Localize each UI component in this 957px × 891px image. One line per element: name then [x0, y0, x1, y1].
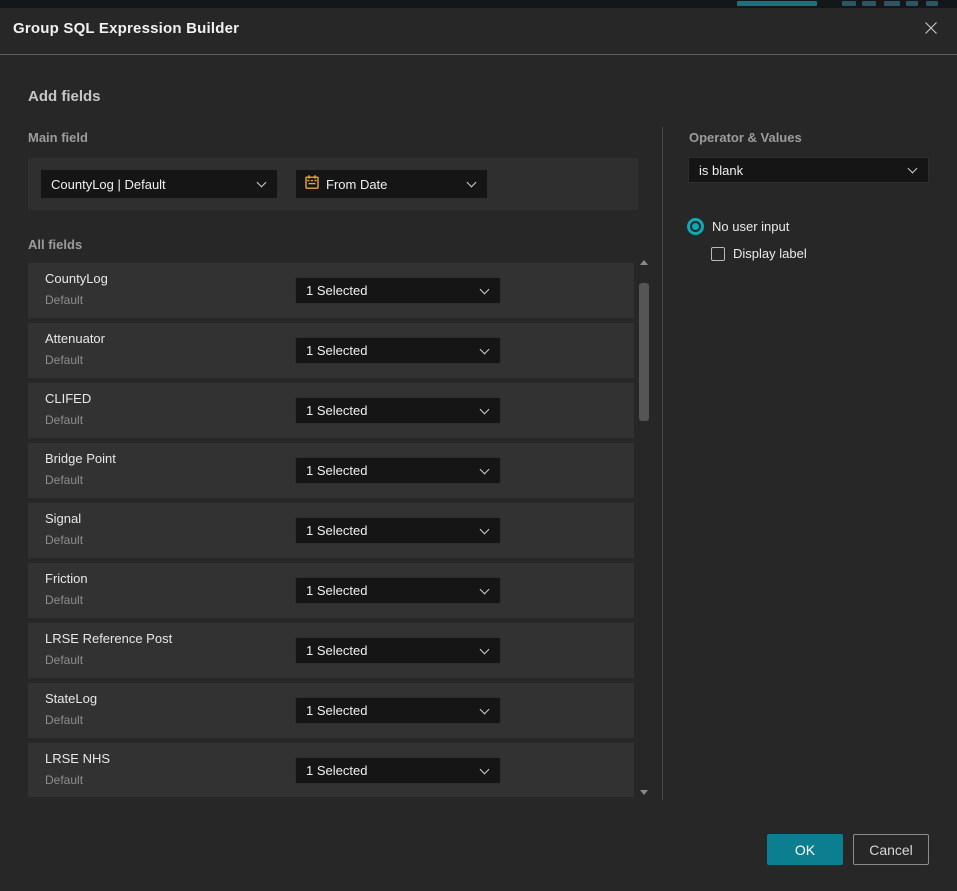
cancel-button[interactable]: Cancel	[853, 834, 929, 865]
field-name: LRSE NHS	[45, 751, 110, 766]
chevron-down-icon	[480, 584, 490, 594]
field-selected-value: 1 Selected	[296, 283, 367, 298]
chevron-down-icon	[467, 178, 477, 188]
no-user-input-label: No user input	[712, 219, 789, 234]
fields-list-scrollbar[interactable]	[639, 258, 649, 797]
calendar-icon	[304, 174, 320, 195]
field-selected-value: 1 Selected	[296, 343, 367, 358]
field-row: Signal Default 1 Selected	[28, 503, 634, 558]
main-field-label: Main field	[28, 130, 88, 145]
display-label-option[interactable]: Display label	[711, 246, 807, 261]
chevron-down-icon	[480, 404, 490, 414]
main-field-field-select[interactable]: From Date	[295, 169, 488, 199]
field-sublabel: Default	[45, 773, 83, 787]
main-field-field-value: From Date	[320, 177, 387, 192]
scrollbar-down-arrow-icon[interactable]	[640, 790, 648, 795]
field-sublabel: Default	[45, 593, 83, 607]
field-name: Bridge Point	[45, 451, 116, 466]
field-row: StateLog Default 1 Selected	[28, 683, 634, 738]
group-sql-expression-builder-dialog: Group SQL Expression Builder Add fields …	[0, 8, 957, 891]
main-field-box: CountyLog | Default From Date	[28, 158, 638, 210]
dialog-title: Group SQL Expression Builder	[13, 20, 239, 37]
field-selected-dropdown[interactable]: 1 Selected	[295, 277, 501, 304]
checkbox-unchecked-icon[interactable]	[711, 247, 725, 261]
field-selected-dropdown[interactable]: 1 Selected	[295, 697, 501, 724]
chevron-down-icon	[480, 284, 490, 294]
all-fields-label: All fields	[28, 237, 82, 252]
field-sublabel: Default	[45, 653, 83, 667]
field-sublabel: Default	[45, 713, 83, 727]
chevron-down-icon	[480, 524, 490, 534]
no-user-input-option[interactable]: No user input	[687, 218, 789, 235]
field-name: CountyLog	[45, 271, 108, 286]
field-selected-dropdown[interactable]: 1 Selected	[295, 757, 501, 784]
background-fragment	[737, 1, 817, 6]
field-selected-dropdown[interactable]: 1 Selected	[295, 337, 501, 364]
chevron-down-icon	[480, 644, 490, 654]
field-selected-dropdown[interactable]: 1 Selected	[295, 637, 501, 664]
field-name: StateLog	[45, 691, 97, 706]
scrollbar-thumb[interactable]	[639, 283, 649, 421]
background-fragment	[842, 1, 856, 6]
field-row: Bridge Point Default 1 Selected	[28, 443, 634, 498]
field-selected-value: 1 Selected	[296, 703, 367, 718]
field-name: LRSE Reference Post	[45, 631, 172, 646]
field-selected-value: 1 Selected	[296, 463, 367, 478]
operator-values-heading: Operator & Values	[689, 130, 802, 145]
field-selected-dropdown[interactable]: 1 Selected	[295, 577, 501, 604]
chevron-down-icon	[480, 344, 490, 354]
chevron-down-icon	[480, 704, 490, 714]
chevron-down-icon	[480, 464, 490, 474]
field-selected-value: 1 Selected	[296, 643, 367, 658]
field-row: LRSE Reference Post Default 1 Selected	[28, 623, 634, 678]
operator-select[interactable]: is blank	[688, 157, 929, 183]
field-selected-dropdown[interactable]: 1 Selected	[295, 397, 501, 424]
operator-select-value: is blank	[689, 163, 743, 178]
field-selected-value: 1 Selected	[296, 403, 367, 418]
background-fragment	[862, 1, 876, 6]
field-selected-value: 1 Selected	[296, 763, 367, 778]
background-app-strip	[0, 0, 957, 8]
scrollbar-up-arrow-icon[interactable]	[640, 260, 648, 265]
background-fragment	[906, 1, 918, 6]
field-name: Friction	[45, 571, 88, 586]
field-row: Attenuator Default 1 Selected	[28, 323, 634, 378]
ok-button[interactable]: OK	[767, 834, 843, 865]
close-icon	[923, 20, 939, 41]
field-sublabel: Default	[45, 353, 83, 367]
screen: Group SQL Expression Builder Add fields …	[0, 0, 957, 891]
chevron-down-icon	[480, 764, 490, 774]
display-label-label: Display label	[733, 246, 807, 261]
background-fragment	[884, 1, 900, 6]
field-name: Signal	[45, 511, 81, 526]
field-sublabel: Default	[45, 473, 83, 487]
main-field-source-value: CountyLog | Default	[41, 177, 166, 192]
field-row: Friction Default 1 Selected	[28, 563, 634, 618]
field-selected-dropdown[interactable]: 1 Selected	[295, 517, 501, 544]
radio-selected-icon[interactable]	[687, 218, 704, 235]
field-row: LRSE NHS Default 1 Selected	[28, 743, 634, 797]
close-button[interactable]	[919, 18, 943, 42]
panel-divider	[662, 127, 663, 800]
add-fields-heading: Add fields	[28, 88, 101, 105]
main-field-source-select[interactable]: CountyLog | Default	[40, 169, 278, 199]
field-selected-value: 1 Selected	[296, 583, 367, 598]
chevron-down-icon	[908, 164, 918, 174]
field-sublabel: Default	[45, 533, 83, 547]
field-name: CLIFED	[45, 391, 91, 406]
field-row: CountyLog Default 1 Selected	[28, 263, 634, 318]
field-sublabel: Default	[45, 413, 83, 427]
dialog-header: Group SQL Expression Builder	[0, 8, 957, 55]
background-fragment	[926, 1, 938, 6]
field-selected-dropdown[interactable]: 1 Selected	[295, 457, 501, 484]
field-row: CLIFED Default 1 Selected	[28, 383, 634, 438]
chevron-down-icon	[257, 178, 267, 188]
field-selected-value: 1 Selected	[296, 523, 367, 538]
all-fields-list: CountyLog Default 1 Selected Attenuator …	[28, 258, 634, 797]
field-sublabel: Default	[45, 293, 83, 307]
field-name: Attenuator	[45, 331, 105, 346]
